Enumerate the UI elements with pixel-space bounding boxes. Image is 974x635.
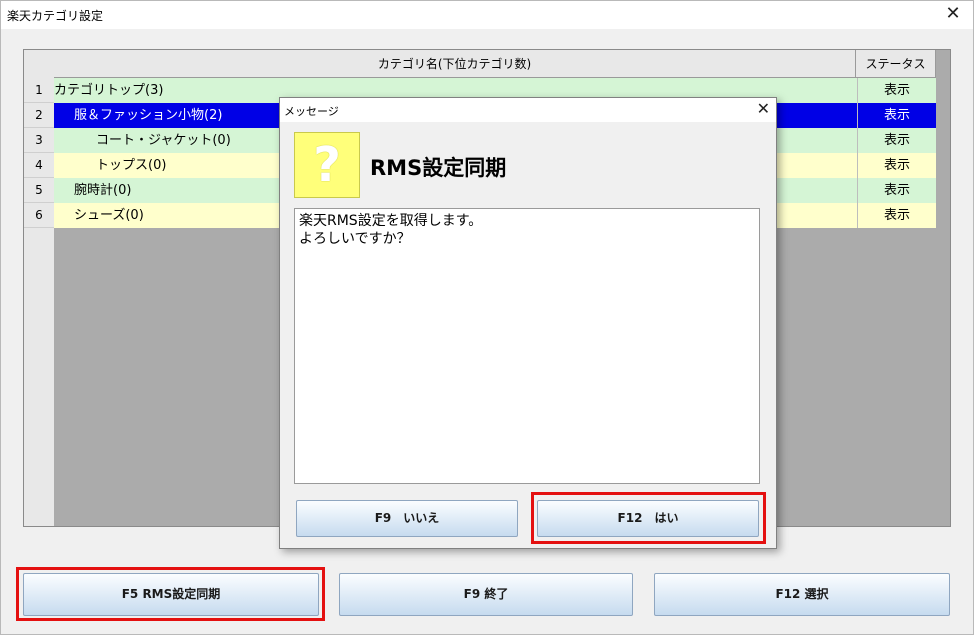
status-cell: 表示 xyxy=(857,78,936,103)
window-title: 楽天カテゴリ設定 xyxy=(7,9,104,23)
dialog-heading: RMS設定同期 xyxy=(370,156,507,180)
highlight-yes xyxy=(531,492,766,544)
status-cell: 表示 xyxy=(857,103,936,128)
status-cell: 表示 xyxy=(857,128,936,153)
dialog-title: メッセージ xyxy=(284,105,339,118)
row-number: 3 xyxy=(24,128,54,153)
row-number: 5 xyxy=(24,178,54,203)
row-number: 4 xyxy=(24,153,54,178)
status-cell: 表示 xyxy=(857,203,936,228)
dialog-message: 楽天RMS設定を取得します。 よろしいですか？ xyxy=(294,208,760,484)
status-cell: 表示 xyxy=(857,178,936,203)
exit-button[interactable]: F9 終了 xyxy=(339,573,633,616)
title-bar: 楽天カテゴリ設定 ✕ xyxy=(1,1,973,29)
dialog-title-bar: メッセージ ✕ xyxy=(280,98,776,122)
dialog-close-icon[interactable]: ✕ xyxy=(757,99,770,119)
question-icon: ? xyxy=(294,132,360,198)
close-icon[interactable]: ✕ xyxy=(943,4,963,24)
message-dialog: メッセージ ✕ ? RMS設定同期 楽天RMS設定を取得します。 よろしいですか… xyxy=(279,97,777,549)
row-number: 6 xyxy=(24,203,54,228)
highlight-rms-sync xyxy=(16,567,325,621)
no-button[interactable]: F9 いいえ xyxy=(296,500,518,537)
select-button[interactable]: F12 選択 xyxy=(654,573,950,616)
row-number: 1 xyxy=(24,78,54,103)
grid-corner xyxy=(24,50,54,78)
column-header-name[interactable]: カテゴリ名(下位カテゴリ数) xyxy=(54,50,856,78)
column-header-status[interactable]: ステータス xyxy=(856,50,936,78)
status-cell: 表示 xyxy=(857,153,936,178)
row-number: 2 xyxy=(24,103,54,128)
